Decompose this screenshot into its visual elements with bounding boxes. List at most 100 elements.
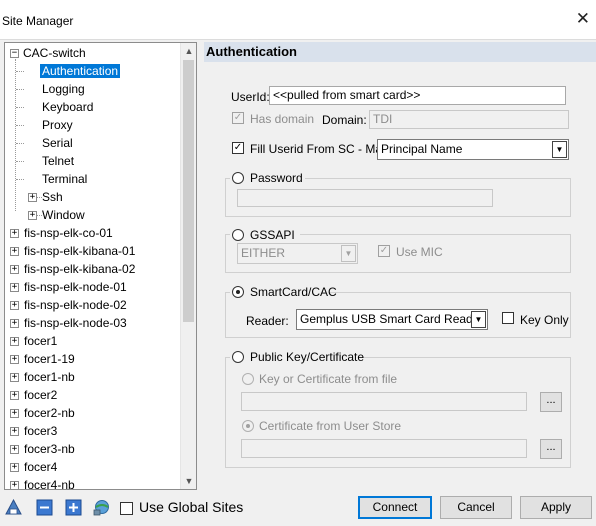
fill-userid-map-value: Principal Name <box>381 142 463 156</box>
add-site-icon[interactable] <box>65 499 82 516</box>
key-only-checkbox[interactable] <box>502 312 514 324</box>
expand-icon[interactable]: + <box>10 355 19 364</box>
expand-icon[interactable]: + <box>10 463 19 472</box>
tree-site[interactable]: focer2-nb <box>24 404 75 422</box>
expand-icon[interactable]: + <box>28 193 37 202</box>
reader-select[interactable]: Gemplus USB Smart Card Reader 0 ▼ <box>296 309 488 330</box>
network-icon[interactable] <box>93 499 110 516</box>
tree-site[interactable]: focer1-nb <box>24 368 75 386</box>
smartcard-label: SmartCard/CAC <box>250 285 337 299</box>
tree-line <box>16 89 24 90</box>
tree-site[interactable]: focer4 <box>24 458 57 476</box>
tree-item-keyboard[interactable]: Keyboard <box>42 98 93 116</box>
tree-site[interactable]: focer1 <box>24 332 57 350</box>
cert-store-browse-button[interactable]: ... <box>540 439 562 459</box>
chevron-down-icon[interactable]: ▼ <box>341 245 356 262</box>
expand-icon[interactable]: + <box>10 481 19 489</box>
chevron-down-icon[interactable]: ▼ <box>471 311 486 328</box>
tree-site[interactable]: focer1-19 <box>24 350 75 368</box>
tree-item-logging[interactable]: Logging <box>42 80 85 98</box>
smartcard-radio[interactable] <box>232 286 244 298</box>
tree-line <box>15 59 16 211</box>
close-icon[interactable]: ✕ <box>576 10 590 27</box>
cert-store-field[interactable] <box>241 439 527 458</box>
tree-site[interactable]: focer2 <box>24 386 57 404</box>
cancel-button[interactable]: Cancel <box>440 496 512 519</box>
use-mic-checkbox[interactable]: ✓ <box>378 245 390 257</box>
expand-icon[interactable]: + <box>10 301 19 310</box>
expand-icon[interactable]: + <box>10 373 19 382</box>
tree-site[interactable]: fis-nsp-elk-node-02 <box>24 296 127 314</box>
tree-item-label: Authentication <box>40 64 121 78</box>
tree-site[interactable]: focer3 <box>24 422 57 440</box>
connect-button[interactable]: Connect <box>358 496 432 519</box>
fill-userid-checkbox[interactable]: ✓ <box>232 142 244 154</box>
tree-line <box>16 179 24 180</box>
tree-site[interactable]: focer3-nb <box>24 440 75 458</box>
key-file-field[interactable] <box>241 392 527 411</box>
gssapi-radio[interactable] <box>232 229 244 241</box>
tree-item-terminal[interactable]: Terminal <box>42 170 87 188</box>
expand-icon[interactable]: + <box>10 265 19 274</box>
collapse-icon[interactable]: − <box>10 49 19 58</box>
tree-site[interactable]: fis-nsp-elk-kibana-02 <box>24 260 135 278</box>
tree-item-window[interactable]: Window <box>42 206 85 224</box>
userid-field[interactable]: <<pulled from smart card>> <box>269 86 566 105</box>
password-field[interactable] <box>237 189 493 207</box>
reader-value: Gemplus USB Smart Card Reader 0 <box>300 312 488 326</box>
expand-icon[interactable]: + <box>10 391 19 400</box>
expand-icon[interactable]: + <box>10 409 19 418</box>
tree-line <box>16 125 24 126</box>
fill-userid-map-select[interactable]: Principal Name ▼ <box>377 139 569 160</box>
expand-icon[interactable]: + <box>10 445 19 454</box>
tree-site[interactable]: focer4-nb <box>24 476 75 489</box>
pubkey-label: Public Key/Certificate <box>250 350 365 364</box>
password-radio[interactable] <box>232 172 244 184</box>
home-icon[interactable] <box>5 499 22 516</box>
gssapi-select[interactable]: EITHER ▼ <box>237 243 358 264</box>
key-only-label: Key Only <box>520 313 569 327</box>
expand-icon[interactable]: + <box>10 319 19 328</box>
chevron-down-icon[interactable]: ▼ <box>552 141 567 158</box>
tree-item-authentication[interactable]: Authentication <box>40 62 121 80</box>
scroll-thumb[interactable] <box>183 60 194 322</box>
expand-icon[interactable]: + <box>10 427 19 436</box>
apply-button[interactable]: Apply <box>520 496 592 519</box>
has-domain-checkbox[interactable]: ✓ <box>232 112 244 124</box>
scroll-up-icon[interactable]: ▲ <box>181 43 196 59</box>
remove-site-icon[interactable] <box>36 499 53 516</box>
pubkey-radio[interactable] <box>232 351 244 363</box>
tree-scrollbar[interactable]: ▲ ▼ <box>180 43 196 489</box>
title-bar: Site Manager ✕ <box>0 0 596 40</box>
tree-item-telnet[interactable]: Telnet <box>42 152 74 170</box>
tree-item-serial[interactable]: Serial <box>42 134 73 152</box>
gssapi-group-caption: GSSAPI <box>230 227 300 243</box>
cert-store-radio[interactable] <box>242 420 254 432</box>
site-tree[interactable]: − CAC-switch Authentication Logging Keyb… <box>4 42 197 490</box>
tree-item-ssh[interactable]: Ssh <box>42 188 63 206</box>
panel-title: Authentication <box>204 42 596 62</box>
tree-item-proxy[interactable]: Proxy <box>42 116 73 134</box>
expand-icon[interactable]: + <box>10 283 19 292</box>
key-file-browse-button[interactable]: ... <box>540 392 562 412</box>
use-global-sites-checkbox[interactable] <box>120 502 133 515</box>
tree-site[interactable]: fis-nsp-elk-node-03 <box>24 314 127 332</box>
has-domain-label: Has domain <box>250 112 315 126</box>
tree-site[interactable]: fis-nsp-elk-co-01 <box>24 224 113 242</box>
domain-label: Domain: <box>322 113 367 127</box>
expand-icon[interactable]: + <box>10 229 19 238</box>
scroll-down-icon[interactable]: ▼ <box>181 473 196 489</box>
expand-icon[interactable]: + <box>10 247 19 256</box>
tree-root[interactable]: CAC-switch <box>23 44 86 62</box>
pubkey-group-caption: Public Key/Certificate <box>230 349 364 365</box>
tree-site[interactable]: fis-nsp-elk-node-01 <box>24 278 127 296</box>
tree-line <box>16 143 24 144</box>
tree-line <box>16 107 24 108</box>
expand-icon[interactable]: + <box>10 337 19 346</box>
key-file-label: Key or Certificate from file <box>259 372 398 386</box>
reader-label: Reader: <box>246 314 289 328</box>
domain-field[interactable]: TDI <box>369 110 569 129</box>
tree-site[interactable]: fis-nsp-elk-kibana-01 <box>24 242 135 260</box>
key-file-radio[interactable] <box>242 373 254 385</box>
expand-icon[interactable]: + <box>28 211 37 220</box>
